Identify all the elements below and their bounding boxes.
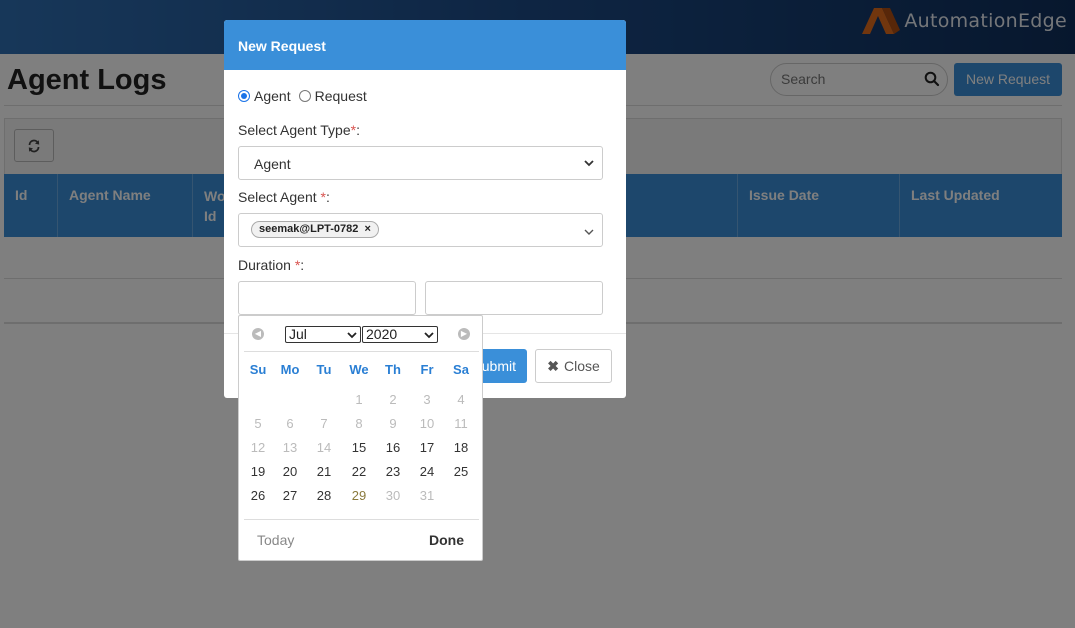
next-month-icon[interactable]: ▶ [458,328,470,340]
agent-multiselect[interactable]: seemak@LPT-0782 × [238,213,603,247]
agent-type-value: Agent [254,156,291,172]
calendar-day[interactable]: 19 [242,464,274,479]
calendar-day: 14 [316,440,332,455]
calendar-day: 11 [454,416,468,431]
calendar-day: 10 [419,416,435,431]
today-button[interactable]: Today [257,532,294,548]
selected-agent-text: seemak@LPT-0782 [259,223,359,235]
weekday-header: Th [385,362,401,377]
datepicker-divider [244,351,479,352]
calendar-day: 4 [457,392,465,407]
calendar-day[interactable]: 27 [274,488,306,503]
calendar-day: 6 [286,416,294,431]
agent-label-text: Select Agent [238,189,321,205]
request-kind-radio-group: Agent Request [238,88,367,104]
calendar-day: 12 [250,440,266,455]
calendar-day[interactable]: 24 [411,464,443,479]
duration-label: Duration *: [238,257,304,273]
calendar-day[interactable]: 26 [242,488,274,503]
agent-type-label-text: Select Agent Type [238,122,351,138]
selected-agent-tag[interactable]: seemak@LPT-0782 × [251,221,379,238]
month-value: Jul [289,326,307,342]
chevron-down-icon [584,160,594,167]
month-select[interactable]: Jul [285,326,361,343]
calendar-day[interactable]: 17 [411,440,443,455]
prev-month-icon[interactable]: ◀ [252,328,264,340]
datepicker-popup: ◀ Jul 2020 ▶ Su Mo Tu We Th Fr Sa 1 2 3 4 5 6 7 8 9 10 1… [238,315,483,561]
datepicker-divider [244,519,479,520]
label-colon: : [325,189,330,205]
request-radio-label[interactable]: Request [315,88,367,104]
calendar-day[interactable]: 22 [343,464,375,479]
weekday-header: Su [249,362,267,377]
weekday-header: Tu [316,362,332,377]
calendar-day: 3 [423,392,431,407]
request-radio[interactable] [298,90,311,102]
agent-radio[interactable] [238,90,250,102]
calendar-day: 30 [385,488,401,503]
calendar-day: 13 [282,440,298,455]
close-button[interactable]: ✖ Close [535,349,612,383]
weekday-header: Sa [453,362,469,377]
label-colon: : [356,122,360,138]
remove-tag-icon[interactable]: × [364,223,370,235]
calendar-day: 9 [389,416,397,431]
chevron-down-icon [424,332,434,339]
done-button[interactable]: Done [429,532,464,548]
calendar-day: 7 [320,416,328,431]
weekday-header: We [349,362,369,377]
calendar-day[interactable]: 29 [343,488,375,503]
calendar-day: 31 [419,488,435,503]
calendar-day: 1 [355,392,363,407]
agent-radio-label[interactable]: Agent [254,88,291,104]
calendar-day[interactable]: 16 [377,440,409,455]
modal-title: New Request [224,20,626,70]
chevron-down-icon [584,229,594,235]
chevron-down-icon [347,332,357,339]
agent-type-select[interactable]: Agent [238,146,603,180]
year-value: 2020 [366,326,398,342]
year-select[interactable]: 2020 [362,326,438,343]
weekday-header: Mo [280,362,300,377]
duration-start-input[interactable] [238,281,416,315]
calendar-day[interactable]: 15 [343,440,375,455]
calendar-day[interactable]: 28 [308,488,340,503]
calendar-day[interactable]: 18 [445,440,477,455]
close-label: Close [563,358,600,374]
calendar-day[interactable]: 25 [445,464,477,479]
calendar-day: 5 [254,416,262,431]
agent-type-label: Select Agent Type*: [238,122,360,138]
calendar-day[interactable]: 21 [308,464,340,479]
duration-label-text: Duration [238,257,295,273]
calendar-day: 2 [389,392,397,407]
calendar-day[interactable]: 23 [377,464,409,479]
close-icon: ✖ [547,357,559,374]
label-colon: : [300,257,305,273]
duration-end-input[interactable] [425,281,603,315]
calendar-day: 8 [355,416,363,431]
calendar-day[interactable]: 20 [274,464,306,479]
weekday-header: Fr [420,362,434,377]
agent-label: Select Agent *: [238,189,330,205]
